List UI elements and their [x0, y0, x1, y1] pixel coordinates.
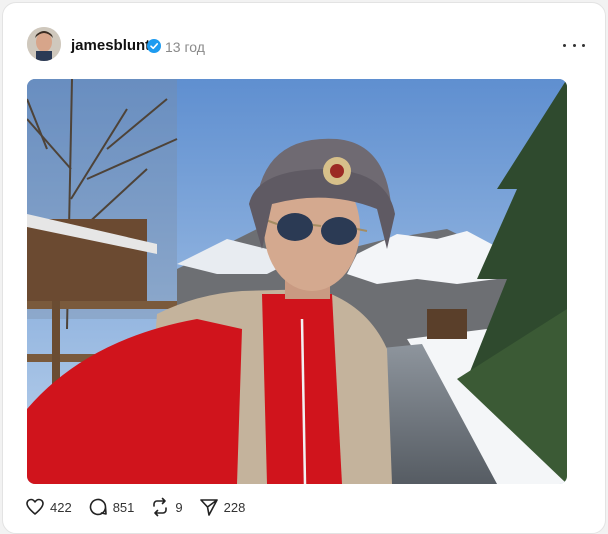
post-card: jamesblunt 13 год 422 851 9 228 [2, 2, 606, 534]
share-count: 228 [223, 499, 246, 515]
heart-icon [26, 498, 44, 515]
like-button[interactable]: 422 [25, 497, 72, 517]
action-bar: 422 851 9 228 [25, 495, 261, 519]
repost-count: 9 [175, 499, 183, 515]
comment-bubble-icon [89, 498, 107, 516]
more-horizontal-icon [563, 43, 566, 47]
username[interactable]: jamesblunt [71, 37, 150, 55]
repost-button[interactable]: 9 [150, 497, 183, 517]
send-icon [199, 499, 218, 516]
post-timestamp: 13 год [165, 39, 205, 55]
share-button[interactable]: 228 [199, 497, 246, 517]
comment-count: 851 [112, 499, 135, 515]
avatar[interactable] [27, 27, 61, 61]
post-photo-illustration [27, 79, 567, 484]
verified-badge-icon [147, 39, 161, 53]
like-count: 422 [50, 499, 72, 515]
comment-button[interactable]: 851 [88, 497, 135, 517]
repost-icon [153, 497, 168, 517]
more-options-button[interactable] [563, 37, 585, 53]
post-image[interactable] [27, 79, 567, 484]
